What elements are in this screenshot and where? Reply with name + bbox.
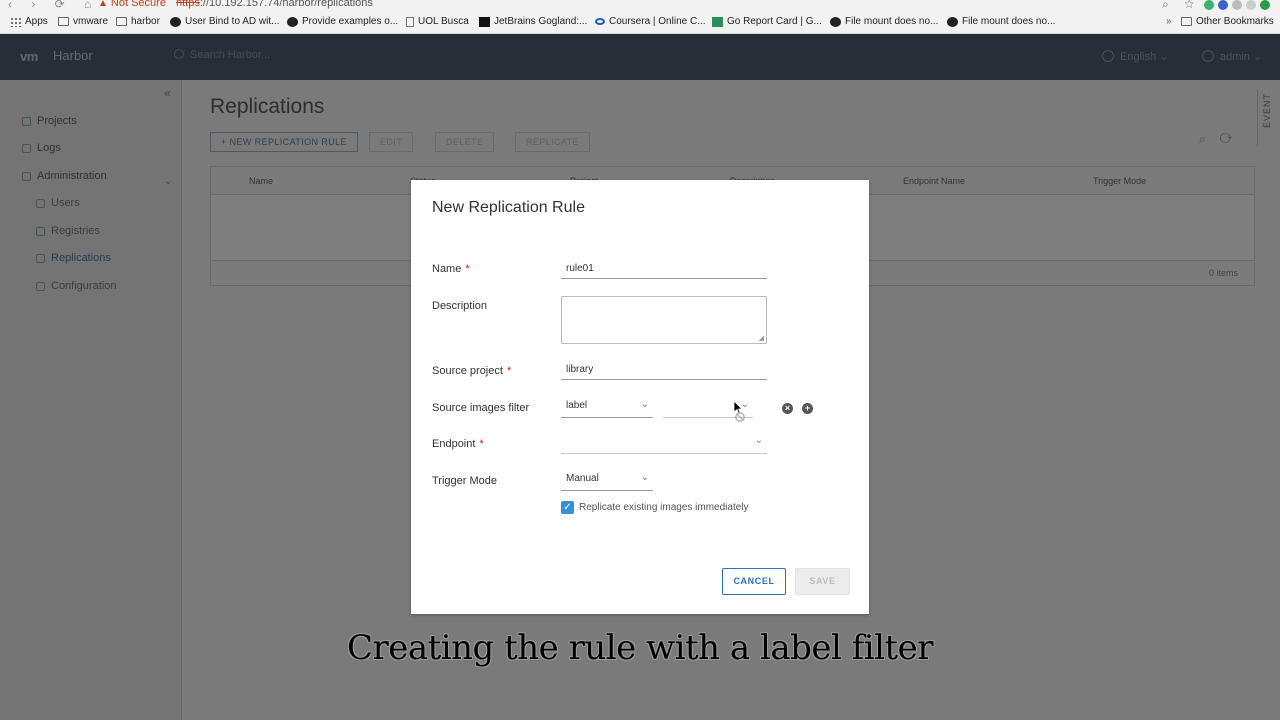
replicate-existing-checkbox[interactable]: ✓: [561, 501, 574, 514]
bookmark-file-mount-1[interactable]: File mount does no...: [830, 16, 938, 27]
source-project-label-text: Source project: [432, 365, 503, 377]
trigger-mode-select[interactable]: Manual ⌄: [561, 471, 653, 491]
github-icon: [287, 16, 298, 27]
trigger-mode-label: Trigger Mode: [432, 475, 498, 487]
github-icon: [830, 16, 841, 27]
description-label: Description: [432, 300, 488, 312]
bookmark-gogland[interactable]: JetBrains Gogland:...: [479, 16, 587, 27]
security-indicator[interactable]: ▲ Not Secure: [98, 0, 166, 9]
jetbrains-icon: [479, 16, 490, 27]
trigger-mode-value: Manual: [566, 473, 599, 484]
extension-icon[interactable]: [1204, 0, 1214, 10]
bookmark-other[interactable]: Other Bookmarks: [1181, 16, 1274, 27]
more-bookmarks-button[interactable]: »: [1166, 16, 1172, 27]
bookmark-label: File mount does no...: [962, 16, 1056, 27]
save-button[interactable]: SAVE: [795, 568, 850, 595]
endpoint-label-text: Endpoint: [432, 438, 476, 450]
security-label: Not Secure: [110, 0, 166, 9]
page-icon: [406, 16, 414, 27]
replicate-existing-label: Replicate existing images immediately: [579, 502, 749, 513]
url-field[interactable]: https://10.192.157.74/harbor/replication…: [176, 0, 373, 9]
bookmark-go-report-card[interactable]: Go Report Card | G...: [712, 16, 822, 27]
remove-filter-icon[interactable]: ×: [782, 403, 793, 414]
filter-kind-value: label: [566, 400, 588, 411]
cancel-button[interactable]: CANCEL: [722, 568, 786, 595]
bookmark-label: Coursera | Online C...: [609, 16, 706, 27]
required-marker: *: [465, 263, 470, 275]
warning-icon: ▲: [98, 0, 108, 9]
chevron-down-icon: ⌄: [754, 435, 763, 446]
bookmark-label: UOL Busca: [418, 16, 469, 27]
bookmark-label: Apps: [25, 16, 48, 27]
extension-icon[interactable]: [1232, 0, 1242, 10]
endpoint-select[interactable]: ⌄: [561, 434, 767, 454]
bookmark-uol-busca[interactable]: UOL Busca: [406, 16, 469, 27]
endpoint-label: Endpoint *: [432, 438, 484, 450]
mouse-cursor-icon: [733, 400, 745, 422]
bookmark-file-mount-2[interactable]: File mount does no...: [947, 16, 1055, 27]
resize-handle-icon[interactable]: ◢: [759, 334, 764, 342]
folder-icon: [58, 17, 69, 26]
chevron-down-icon: ⌄: [640, 399, 649, 410]
bookmark-label: Go Report Card | G...: [727, 16, 822, 27]
new-replication-rule-dialog: New Replication Rule Name* Description ◢…: [411, 180, 869, 614]
add-filter-icon[interactable]: +: [802, 403, 813, 414]
bookmark-harbor[interactable]: harbor: [116, 16, 160, 27]
bookmark-label: JetBrains Gogland:...: [494, 16, 588, 27]
source-project-label: Source project *: [432, 365, 511, 377]
bookmark-label: harbor: [131, 16, 160, 27]
folder-icon: [116, 17, 127, 26]
bookmark-label: Other Bookmarks: [1196, 16, 1274, 27]
source-project-input[interactable]: [561, 360, 767, 380]
name-input[interactable]: [561, 259, 767, 279]
bookmark-coursera[interactable]: Coursera | Online C...: [595, 16, 706, 27]
name-label: Name *: [432, 263, 470, 275]
apps-grid-icon: [10, 16, 21, 27]
video-caption: Creating the rule with a label filter: [346, 628, 934, 668]
browser-address-bar: ‹ › ⟳ ⌂ ▲ Not Secure https://10.192.157.7…: [0, 0, 1280, 12]
url-path: ://10.192.157.74/harbor/replications: [199, 0, 373, 9]
bookmark-label: Provide examples o...: [302, 16, 399, 27]
bookmark-vmware[interactable]: vmware: [58, 16, 108, 27]
url-protocol: https: [176, 0, 200, 9]
extension-icon[interactable]: [1218, 0, 1228, 10]
browser-nav-icons[interactable]: ‹ › ⟳ ⌂: [8, 0, 99, 11]
github-icon: [170, 16, 181, 27]
dialog-title: New Replication Rule: [432, 199, 585, 216]
replicate-existing-row[interactable]: ✓ Replicate existing images immediately: [561, 501, 749, 514]
goreport-icon: [712, 16, 723, 27]
bookmark-provide-examples[interactable]: Provide examples o...: [287, 16, 398, 27]
folder-icon: [1181, 17, 1192, 26]
bookmark-label: File mount does no...: [845, 16, 939, 27]
description-textarea[interactable]: ◢: [561, 296, 767, 344]
required-marker: *: [506, 365, 512, 377]
browser-toolbar-icons[interactable]: ⌕ ☆: [1162, 0, 1270, 12]
source-images-filter-label: Source images filter: [432, 402, 530, 414]
bookmark-label: User Bind to AD wit...: [185, 16, 280, 27]
chevron-down-icon: ⌄: [640, 472, 649, 483]
required-marker: *: [479, 438, 484, 450]
github-icon: [947, 16, 958, 27]
bookmark-label: vmware: [73, 16, 109, 27]
bookmarks-bar: Apps vmware harbor User Bind to AD wit..…: [0, 12, 1280, 34]
name-label-text: Name: [432, 263, 462, 275]
extension-icon[interactable]: [1260, 0, 1270, 10]
filter-kind-select[interactable]: label ⌄: [561, 398, 653, 418]
bookmark-user-bind[interactable]: User Bind to AD wit...: [170, 16, 279, 27]
bookmark-apps[interactable]: Apps: [10, 16, 48, 27]
extension-icon[interactable]: [1246, 0, 1256, 10]
coursera-icon: [595, 18, 605, 25]
